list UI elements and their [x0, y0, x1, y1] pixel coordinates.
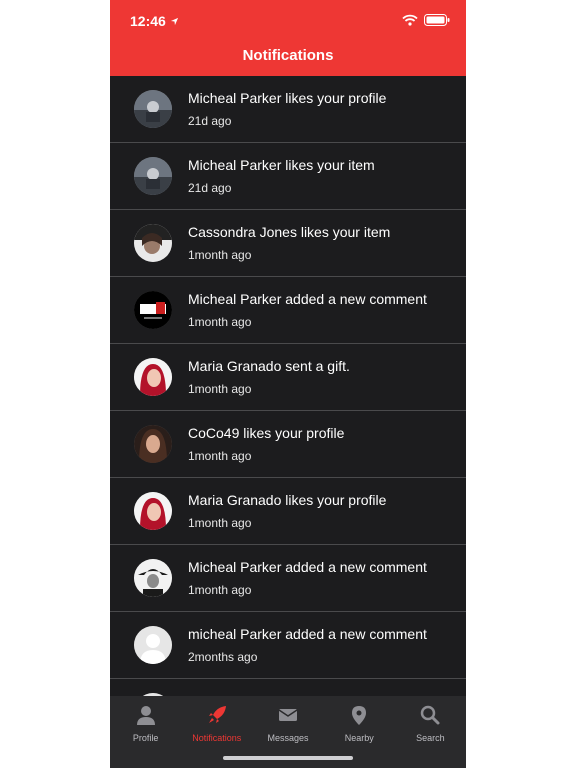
notification-message: Cassondra Jones likes your item	[188, 224, 391, 240]
wifi-icon	[402, 14, 418, 26]
car-avatar	[134, 157, 172, 195]
notification-message: Micheal Parker likes your profile	[188, 90, 387, 106]
status-time: 12:46	[130, 13, 179, 29]
woman-avatar	[134, 224, 172, 262]
notification-message: micheal Parker added a new comment	[188, 626, 427, 642]
notification-row[interactable]: micheal Parker added a new comment 2mont…	[110, 612, 466, 679]
notification-message: Micheal Parker added a new comment	[188, 291, 427, 307]
notification-row[interactable]: Maria Granado sent a gift. 1month ago	[110, 344, 466, 411]
notification-message: CoCo49 likes your profile	[188, 425, 345, 441]
notification-time: 21d ago	[188, 181, 232, 195]
car-avatar	[134, 90, 172, 128]
notification-time: 1month ago	[188, 315, 252, 329]
notification-message: Maria Granado likes your profile	[188, 492, 387, 508]
notification-time: 1month ago	[188, 583, 252, 597]
search-icon	[421, 705, 440, 725]
tab-search[interactable]: Search	[395, 696, 466, 768]
location-arrow-icon	[170, 17, 178, 25]
battery-icon	[424, 14, 450, 26]
notification-row[interactable]: Micheal Parker likes your profile 21d ag…	[110, 76, 466, 143]
time-text: 12:46	[130, 13, 166, 29]
notification-time: 1month ago	[188, 248, 252, 262]
rocket-icon	[208, 706, 226, 723]
envelope-icon	[278, 709, 298, 721]
home-indicator	[223, 756, 353, 760]
notification-row[interactable]: Micheal Parker likes your item 21d ago	[110, 143, 466, 210]
right-margin	[466, 0, 576, 768]
notification-message: Micheal Parker likes your item	[188, 157, 375, 173]
notification-row[interactable]: CoCo49 likes your profile 1month ago	[110, 411, 466, 478]
dark-hair-avatar	[134, 425, 172, 463]
tab-label: Notifications	[192, 733, 242, 743]
notification-time: 2months ago	[188, 650, 258, 664]
notification-row[interactable]: Micheal Parker added a new comment 1mont…	[110, 545, 466, 612]
tab-profile[interactable]: Profile	[110, 696, 181, 768]
notification-time: 1month ago	[188, 516, 252, 530]
red-hair-avatar	[134, 492, 172, 530]
tab-label: Profile	[132, 733, 159, 743]
tab-label: Nearby	[344, 733, 374, 743]
notification-row[interactable]: Cassondra Jones likes your item 1month a…	[110, 210, 466, 277]
default-avatar	[134, 626, 172, 664]
app-header: 12:46 Notifications	[110, 0, 466, 76]
notification-time: 1month ago	[188, 449, 252, 463]
left-margin	[0, 0, 110, 768]
app-screen: 12:46 Notifications Micheal Parker likes…	[110, 0, 466, 768]
red-hair-avatar	[134, 358, 172, 396]
notification-message: Maria Granado sent a gift.	[188, 358, 350, 374]
tab-label: Search	[416, 733, 445, 743]
notification-list[interactable]: Micheal Parker likes your profile 21d ag…	[110, 76, 466, 701]
notification-time: 1month ago	[188, 382, 252, 396]
notification-time: 21d ago	[188, 114, 232, 128]
notification-message: Micheal Parker added a new comment	[188, 559, 427, 575]
tab-label: Messages	[267, 733, 309, 743]
person-icon	[136, 706, 155, 725]
logo-avatar	[134, 291, 172, 329]
location-pin-icon	[352, 706, 367, 725]
notification-row[interactable]: Maria Granado likes your profile 1month …	[110, 478, 466, 545]
cowboy-avatar	[134, 559, 172, 597]
notification-row[interactable]: Micheal Parker added a new comment 1mont…	[110, 277, 466, 344]
status-icons	[402, 14, 450, 26]
page-title: Notifications	[242, 47, 334, 64]
